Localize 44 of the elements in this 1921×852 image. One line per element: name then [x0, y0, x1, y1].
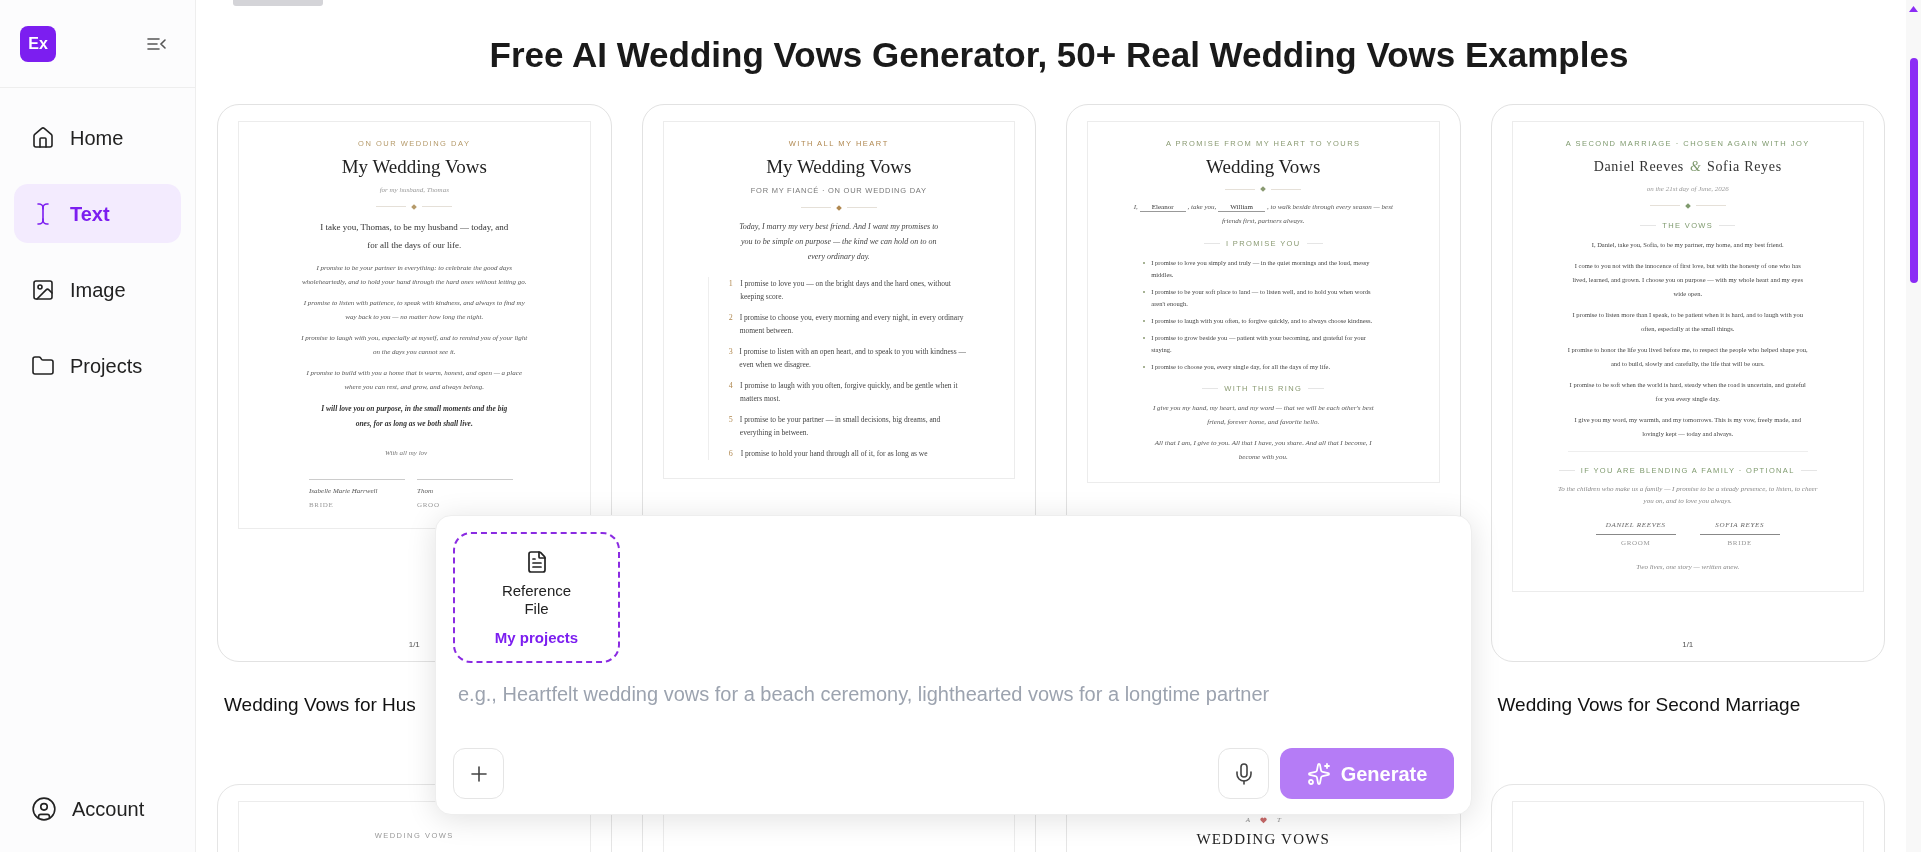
couple-name: Sofia Reyes [1706, 158, 1782, 177]
house-icon [31, 125, 55, 150]
prompt-field[interactable]: e.g., Heartfelt wedding vows for a beach ceremony, lighthearted vows for a longtime partner [453, 675, 1454, 713]
couple-name: Daniel Reeves [1593, 158, 1684, 177]
reference-file-button[interactable]: Reference File My projects [453, 532, 620, 663]
heart-icon [1259, 816, 1267, 824]
example-title[interactable]: Wedding Vows for Hus [224, 694, 416, 715]
vertical-scrollbar-thumb[interactable] [1909, 58, 1918, 283]
nav-item[interactable]: Text [14, 184, 181, 243]
example-title[interactable]: Wedding Vows for Second Marriage [1497, 694, 1801, 715]
page-title: Free AI Wedding Vows Generator, 50+ Real Wedding Vows Examples [488, 33, 1630, 76]
document-title: WEDDING VOWS [1196, 829, 1331, 848]
vow-paragraph: I take you, Thomas, to be my husband — today, and for all the days of our life. [319, 220, 510, 252]
nav-item[interactable]: Projects [14, 336, 181, 395]
vow-paragraph: Today, I marry my very best friend. And I want my promises to you to be simple on purpose — the kind we can hold on to on every ordinary day. [738, 220, 940, 263]
document-title: My Wedding Vows [766, 156, 912, 179]
scroll-up-icon[interactable] [1909, 6, 1918, 12]
page-number: 1/1 [1682, 639, 1694, 651]
example-card[interactable] [1490, 104, 1885, 662]
ampersand: & [1690, 158, 1701, 177]
image-icon [31, 277, 55, 302]
app-logo[interactable]: Ex [20, 25, 56, 62]
item-number: 4 [728, 379, 734, 392]
add-button[interactable] [453, 748, 504, 799]
document-title: Wedding Vows [1206, 156, 1321, 179]
document-title: My Wedding Vows [341, 156, 487, 179]
item-number: 3 [728, 345, 734, 358]
item-number: 1 [728, 277, 734, 290]
page-number: 1/1 [408, 639, 420, 651]
horizontal-scrollbar-thumb[interactable] [233, 0, 323, 6]
sparkles-icon [1306, 761, 1331, 786]
item-number: 5 [728, 413, 734, 426]
collapse-sidebar-icon[interactable] [147, 35, 167, 52]
vertical-scrollbar[interactable] [1906, 0, 1921, 852]
reference-file-label: Reference File [500, 582, 573, 618]
item-number: 2 [728, 311, 734, 324]
my-projects-link[interactable]: My projects [494, 627, 579, 650]
folder-icon [31, 353, 55, 378]
microphone-button[interactable] [1218, 748, 1269, 799]
nav-item[interactable]: Home [14, 108, 181, 167]
account-item[interactable]: Account [14, 779, 181, 838]
user-icon [31, 795, 57, 822]
nav-item[interactable]: Image [14, 260, 181, 319]
item-number: 6 [728, 447, 734, 460]
